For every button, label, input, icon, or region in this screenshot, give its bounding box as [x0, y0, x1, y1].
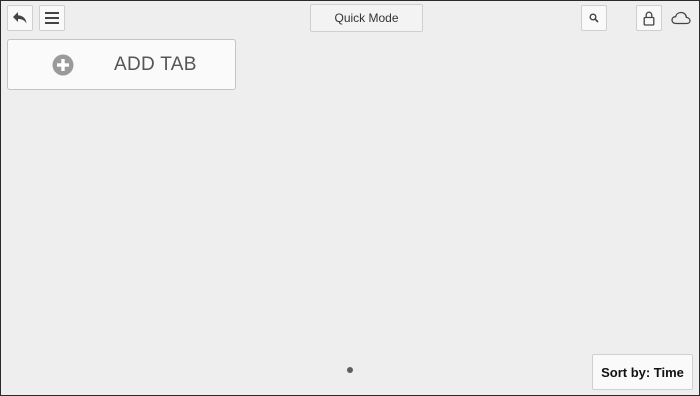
hamburger-menu-icon [45, 12, 59, 24]
search-icon [589, 13, 599, 23]
quick-mode-button[interactable]: Quick Mode [310, 4, 423, 32]
search-button[interactable] [581, 5, 607, 31]
add-tab-button[interactable]: ADD TAB [7, 39, 236, 90]
cloud-sync-button[interactable] [670, 9, 692, 27]
page-indicator-dot [347, 367, 353, 373]
menu-button[interactable] [39, 5, 65, 31]
sort-label: Sort by: Time [601, 364, 684, 380]
cloud-icon [671, 11, 691, 25]
quick-mode-label: Quick Mode [334, 11, 399, 25]
add-tab-label: ADD TAB [114, 54, 197, 75]
back-arrow-icon [13, 12, 27, 24]
app-screen: Quick Mode ADD TAB Sort by: Time [0, 0, 700, 396]
lock-icon [643, 11, 655, 26]
plus-circle-icon [52, 54, 74, 76]
back-button[interactable] [7, 5, 33, 31]
sort-button[interactable]: Sort by: Time [592, 354, 693, 390]
lock-button[interactable] [636, 5, 662, 31]
